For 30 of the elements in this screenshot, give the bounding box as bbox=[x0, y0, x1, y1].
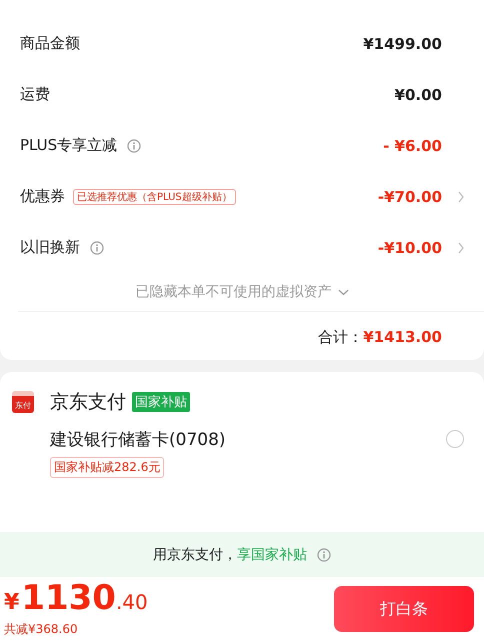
subsidy-badge: 国家补贴 bbox=[132, 392, 190, 412]
payment-title: 京东支付 bbox=[50, 390, 126, 415]
info-icon[interactable] bbox=[317, 548, 331, 562]
chevron-down-icon[interactable] bbox=[338, 288, 348, 296]
pay-amount: ¥1130.40 bbox=[4, 580, 148, 620]
row-value: ¥0.00 bbox=[394, 86, 442, 104]
row-label: 优惠券 bbox=[20, 187, 65, 206]
row-value: ¥1499.00 bbox=[363, 34, 442, 52]
row-label: 以旧换新 bbox=[20, 238, 80, 257]
coupon-tag: 已选推荐优惠（含PLUS超级补贴） bbox=[73, 188, 236, 204]
hidden-assets-note[interactable]: 已隐藏本单不可使用的虚拟资产 bbox=[136, 283, 332, 301]
row-label: PLUS专享立减 bbox=[20, 136, 118, 155]
banner-text: 用京东支付，享国家补贴 bbox=[153, 546, 307, 564]
total-value: ¥1413.00 bbox=[363, 328, 442, 346]
row-value: - ¥6.00 bbox=[383, 136, 442, 154]
radio-button[interactable] bbox=[446, 430, 464, 448]
discount-tag: 国家补贴减282.6元 bbox=[50, 457, 164, 478]
pay-logo-icon: 东付 bbox=[12, 391, 34, 413]
pay-button[interactable]: 打白条 bbox=[334, 586, 474, 632]
total-label: 合计： bbox=[318, 328, 364, 346]
info-icon[interactable] bbox=[127, 138, 142, 152]
chevron-icon[interactable] bbox=[458, 242, 464, 254]
chevron-icon[interactable] bbox=[458, 190, 464, 202]
bank-card-name[interactable]: 建设银行储蓄卡(0708) bbox=[50, 428, 226, 451]
row-value: -¥10.00 bbox=[378, 238, 442, 256]
row-value: -¥70.00 bbox=[378, 188, 442, 206]
row-label: 商品金额 bbox=[20, 34, 80, 53]
info-icon[interactable] bbox=[90, 240, 104, 254]
saved-amount: 共减¥368.60 bbox=[4, 621, 79, 638]
row-label: 运费 bbox=[20, 85, 50, 104]
